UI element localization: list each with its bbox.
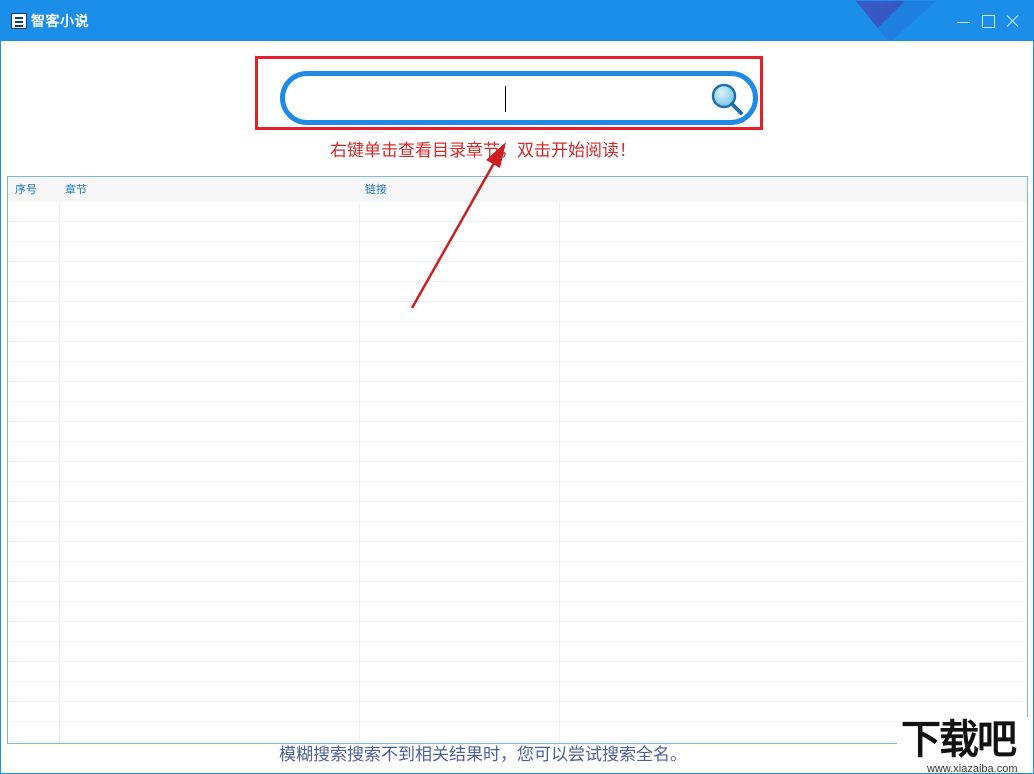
app-icon <box>11 13 27 29</box>
table-row[interactable] <box>8 342 1027 362</box>
table-row[interactable] <box>8 682 1027 702</box>
table-row[interactable] <box>8 662 1027 682</box>
table-row[interactable] <box>8 542 1027 562</box>
annotation-arrow <box>410 142 506 309</box>
table-row[interactable] <box>8 382 1027 402</box>
table-row[interactable] <box>8 462 1027 482</box>
table-row[interactable] <box>8 622 1027 642</box>
column-header-link[interactable]: 链接 <box>365 183 387 197</box>
table-row[interactable] <box>8 562 1027 582</box>
table-row[interactable] <box>8 202 1027 222</box>
text-caret <box>505 86 506 112</box>
column-header-chapter[interactable]: 章节 <box>65 183 87 197</box>
close-icon[interactable] <box>1005 13 1021 29</box>
table-row[interactable] <box>8 722 1027 742</box>
table-row[interactable] <box>8 702 1027 722</box>
minimize-icon[interactable] <box>956 13 972 29</box>
chapter-table[interactable]: 序号 章节 链接 <box>7 176 1028 744</box>
search-tip: 模糊搜索搜索不到相关结果时，您可以尝试搜索全名。 <box>279 745 687 765</box>
main-window: 智客小说 右键单击查看目录章节，双击开始阅读！ 序号 章节 链接 模糊搜索搜索不… <box>0 0 1034 774</box>
watermark-url: www.xiazaiba.com <box>927 763 1018 774</box>
table-row[interactable] <box>8 262 1027 282</box>
table-row[interactable] <box>8 482 1027 502</box>
table-row[interactable] <box>8 282 1027 302</box>
table-row[interactable] <box>8 302 1027 322</box>
table-row[interactable] <box>8 502 1027 522</box>
table-row[interactable] <box>8 242 1027 262</box>
titlebar-decoration <box>856 1 936 41</box>
table-row[interactable] <box>8 582 1027 602</box>
search-icon[interactable] <box>710 82 744 116</box>
table-header: 序号 章节 链接 <box>8 177 1027 202</box>
table-row[interactable] <box>8 362 1027 382</box>
title-bar[interactable]: 智客小说 <box>1 1 1033 41</box>
maximize-icon[interactable] <box>981 13 997 29</box>
watermark-logo: 下载吧 <box>901 718 1017 762</box>
table-row[interactable] <box>8 402 1027 422</box>
table-row[interactable] <box>8 602 1027 622</box>
table-row[interactable] <box>8 422 1027 442</box>
table-row[interactable] <box>8 642 1027 662</box>
window-title: 智客小说 <box>31 13 89 29</box>
table-row[interactable] <box>8 322 1027 342</box>
table-row[interactable] <box>8 222 1027 242</box>
search-bar <box>280 71 758 125</box>
table-row[interactable] <box>8 442 1027 462</box>
watermark: 下载吧 www.xiazaiba.com <box>897 717 1033 774</box>
column-header-index[interactable]: 序号 <box>15 183 37 197</box>
table-row[interactable] <box>8 522 1027 542</box>
